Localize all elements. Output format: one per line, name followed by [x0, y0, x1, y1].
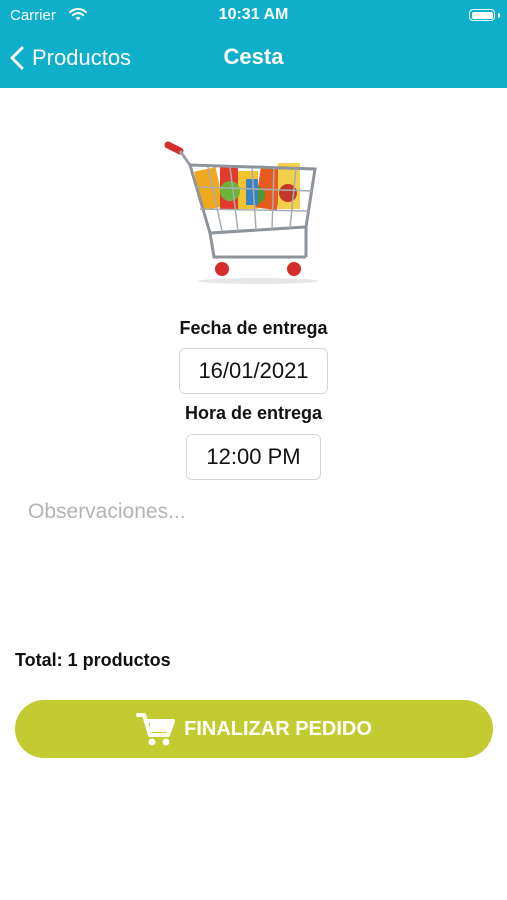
shopping-cart-image	[164, 141, 318, 284]
battery-icon	[469, 9, 495, 21]
total-products: Total: 1 productos	[15, 650, 171, 670]
navigation-header: Carrier 10:31 AM Productos Cesta	[0, 0, 507, 88]
notes-input[interactable]: Observaciones...	[28, 500, 186, 524]
finalize-order-button[interactable]: FINALIZAR PEDIDO	[15, 700, 493, 758]
cart-icon	[136, 713, 176, 746]
finalize-order-label: FINALIZAR PEDIDO	[184, 717, 372, 740]
status-bar: Carrier 10:31 AM	[0, 6, 507, 26]
delivery-date-field[interactable]: 16/01/2021	[179, 348, 328, 394]
delivery-date-label: Fecha de entrega	[179, 318, 328, 338]
status-time: 10:31 AM	[218, 6, 289, 23]
delivery-time-label: Hora de entrega	[184, 403, 323, 423]
page-title: Cesta	[223, 44, 284, 69]
delivery-time-field[interactable]: 12:00 PM	[186, 434, 321, 480]
